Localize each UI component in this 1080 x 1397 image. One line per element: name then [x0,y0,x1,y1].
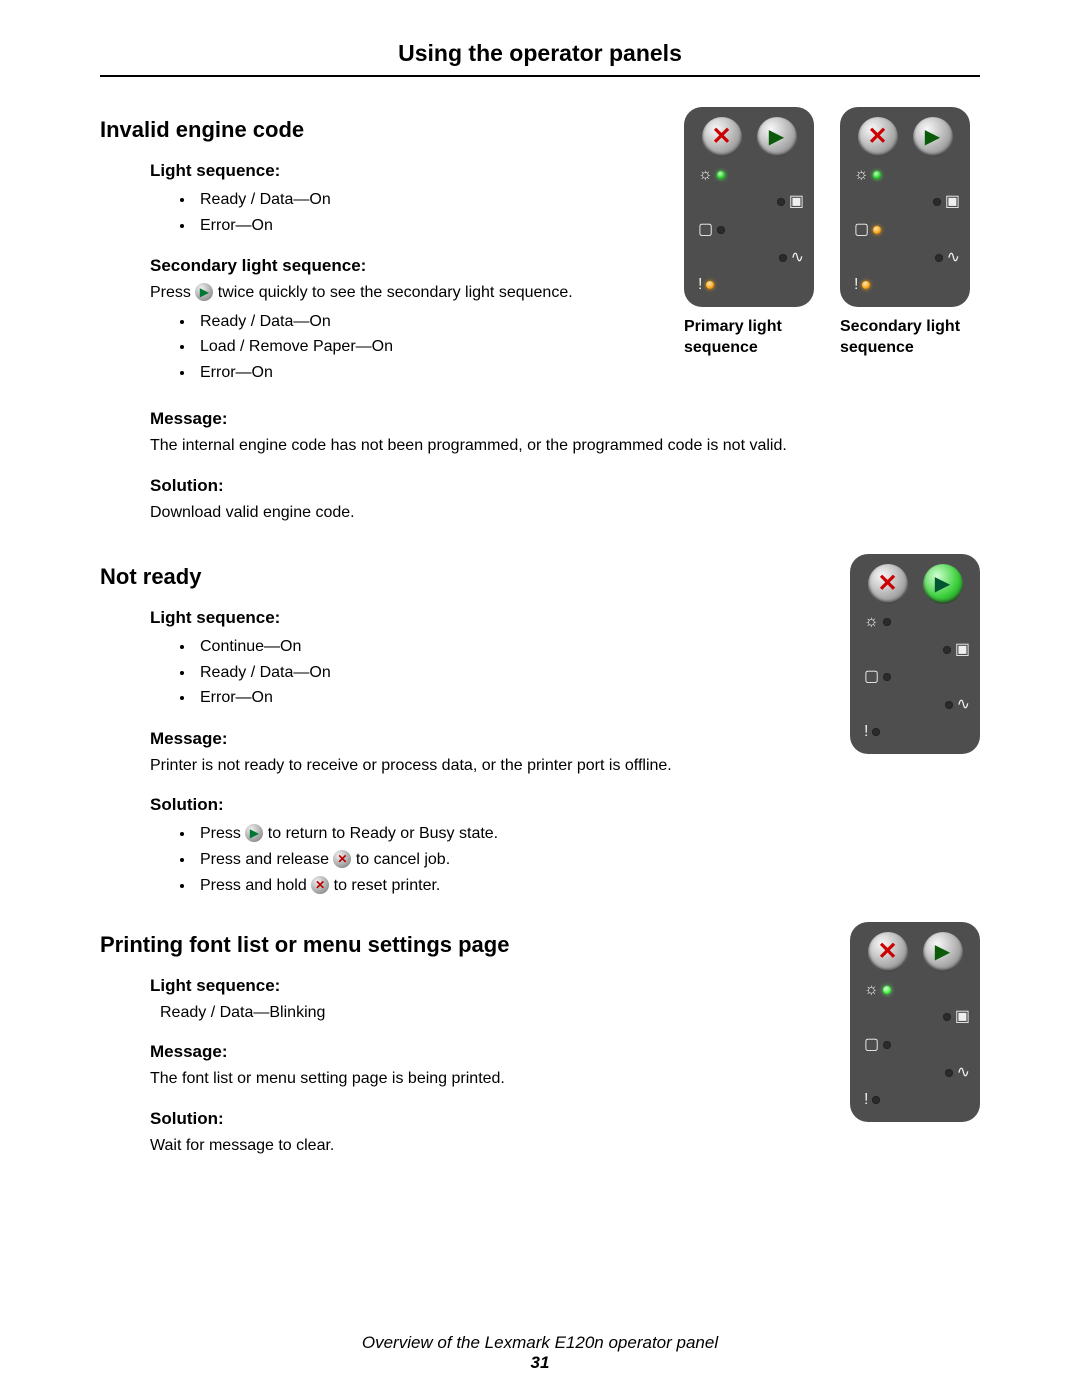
error-icon: ! [854,277,858,293]
error-led [706,281,714,289]
jam-icon: ∿ [947,250,960,266]
message-label: Message: [150,729,820,749]
footer-text: Overview of the Lexmark E120n operator p… [362,1333,718,1352]
solution-label: Solution: [150,795,820,815]
list-item: Ready / Data—On [195,660,820,686]
toner-led [777,198,785,206]
paper-led [717,226,725,234]
ready-icon: ☼ [864,982,879,998]
message-label: Message: [150,1042,820,1062]
cancel-button: ✕ [858,117,898,157]
continue-button: ▶ [923,932,963,972]
ready-led [883,986,891,994]
cancel-button-icon: ✕ [333,850,351,868]
paper-led [883,1041,891,1049]
list-item: Error—On [195,213,654,239]
panel-printing: ✕ ▶ ☼ ▣ ▢ ∿ ! [850,922,980,1122]
paper-led [873,226,881,234]
paper-icon: ▢ [864,669,879,685]
solution-label: Solution: [150,476,980,496]
light-seq-label: Light sequence: [150,976,820,996]
toner-icon: ▣ [789,194,804,210]
toner-icon: ▣ [955,1009,970,1025]
light-seq-label: Light sequence: [150,608,820,628]
page-title: Using the operator panels [100,40,980,67]
message-text: Printer is not ready to receive or proce… [150,755,820,777]
cancel-button: ✕ [702,117,742,157]
ready-led [883,618,891,626]
error-icon: ! [864,1092,868,1108]
light-seq-text: Ready / Data—Blinking [160,1002,820,1024]
solution-text: Download valid engine code. [150,502,980,524]
jam-icon: ∿ [957,697,970,713]
page-number: 31 [0,1353,1080,1373]
list-item: Press and hold ✕ to reset printer. [195,873,820,899]
ready-led [717,171,725,179]
paper-led [883,673,891,681]
list-item: Ready / Data—On [195,187,654,213]
jam-led [779,254,787,262]
panel-not-ready: ✕ ▶ ☼ ▣ ▢ ∿ ! [850,554,980,754]
panel-caption: Primary light sequence [684,317,824,359]
list-item: Press ▶ to return to Ready or Busy state… [195,821,820,847]
toner-led [943,1013,951,1021]
panel-secondary: ✕ ▶ ☼ ▣ ▢ ∿ ! [840,107,970,307]
section-heading: Printing font list or menu settings page [100,932,820,958]
jam-led [945,701,953,709]
error-led [872,728,880,736]
list-item: Press and release ✕ to cancel job. [195,847,820,873]
toner-led [933,198,941,206]
continue-button: ▶ [757,117,797,157]
cancel-button: ✕ [868,932,908,972]
panel-primary: ✕ ▶ ☼ ▣ ▢ ∿ ! [684,107,814,307]
jam-led [945,1069,953,1077]
toner-led [943,646,951,654]
solution-list: Press ▶ to return to Ready or Busy state… [175,821,820,898]
continue-button: ▶ [923,564,963,604]
ready-icon: ☼ [864,614,879,630]
ready-icon: ☼ [854,167,869,183]
toner-icon: ▣ [955,642,970,658]
message-text: The internal engine code has not been pr… [150,435,980,457]
error-led [872,1096,880,1104]
jam-icon: ∿ [791,250,804,266]
list-item: Continue—On [195,634,820,660]
secondary-seq-intro: Press ▶ twice quickly to see the seconda… [150,282,654,304]
page-footer: Overview of the Lexmark E120n operator p… [0,1333,1080,1373]
message-label: Message: [150,409,980,429]
continue-button-icon: ▶ [195,283,213,301]
list-item: Ready / Data—On [195,309,654,335]
message-text: The font list or menu setting page is be… [150,1068,820,1090]
light-seq-list: Continue—On Ready / Data—On Error—On [175,634,820,711]
light-seq-label: Light sequence: [150,161,654,181]
secondary-seq-list: Ready / Data—On Load / Remove Paper—On E… [175,309,654,386]
ready-icon: ☼ [698,167,713,183]
jam-icon: ∿ [957,1065,970,1081]
solution-label: Solution: [150,1109,820,1129]
paper-icon: ▢ [698,222,713,238]
section-heading: Not ready [100,564,820,590]
jam-led [935,254,943,262]
list-item: Error—On [195,360,654,386]
title-rule [100,75,980,77]
cancel-button-icon: ✕ [311,876,329,894]
light-seq-list: Ready / Data—On Error—On [175,187,654,238]
paper-icon: ▢ [854,222,869,238]
panel-caption: Secondary light sequence [840,317,980,359]
secondary-seq-label: Secondary light sequence: [150,256,654,276]
section-heading: Invalid engine code [100,117,654,143]
solution-text: Wait for message to clear. [150,1135,820,1157]
list-item: Load / Remove Paper—On [195,334,654,360]
error-icon: ! [864,724,868,740]
error-icon: ! [698,277,702,293]
error-led [862,281,870,289]
continue-button-icon: ▶ [245,824,263,842]
toner-icon: ▣ [945,194,960,210]
continue-button: ▶ [913,117,953,157]
list-item: Error—On [195,685,820,711]
cancel-button: ✕ [868,564,908,604]
ready-led [873,171,881,179]
paper-icon: ▢ [864,1037,879,1053]
